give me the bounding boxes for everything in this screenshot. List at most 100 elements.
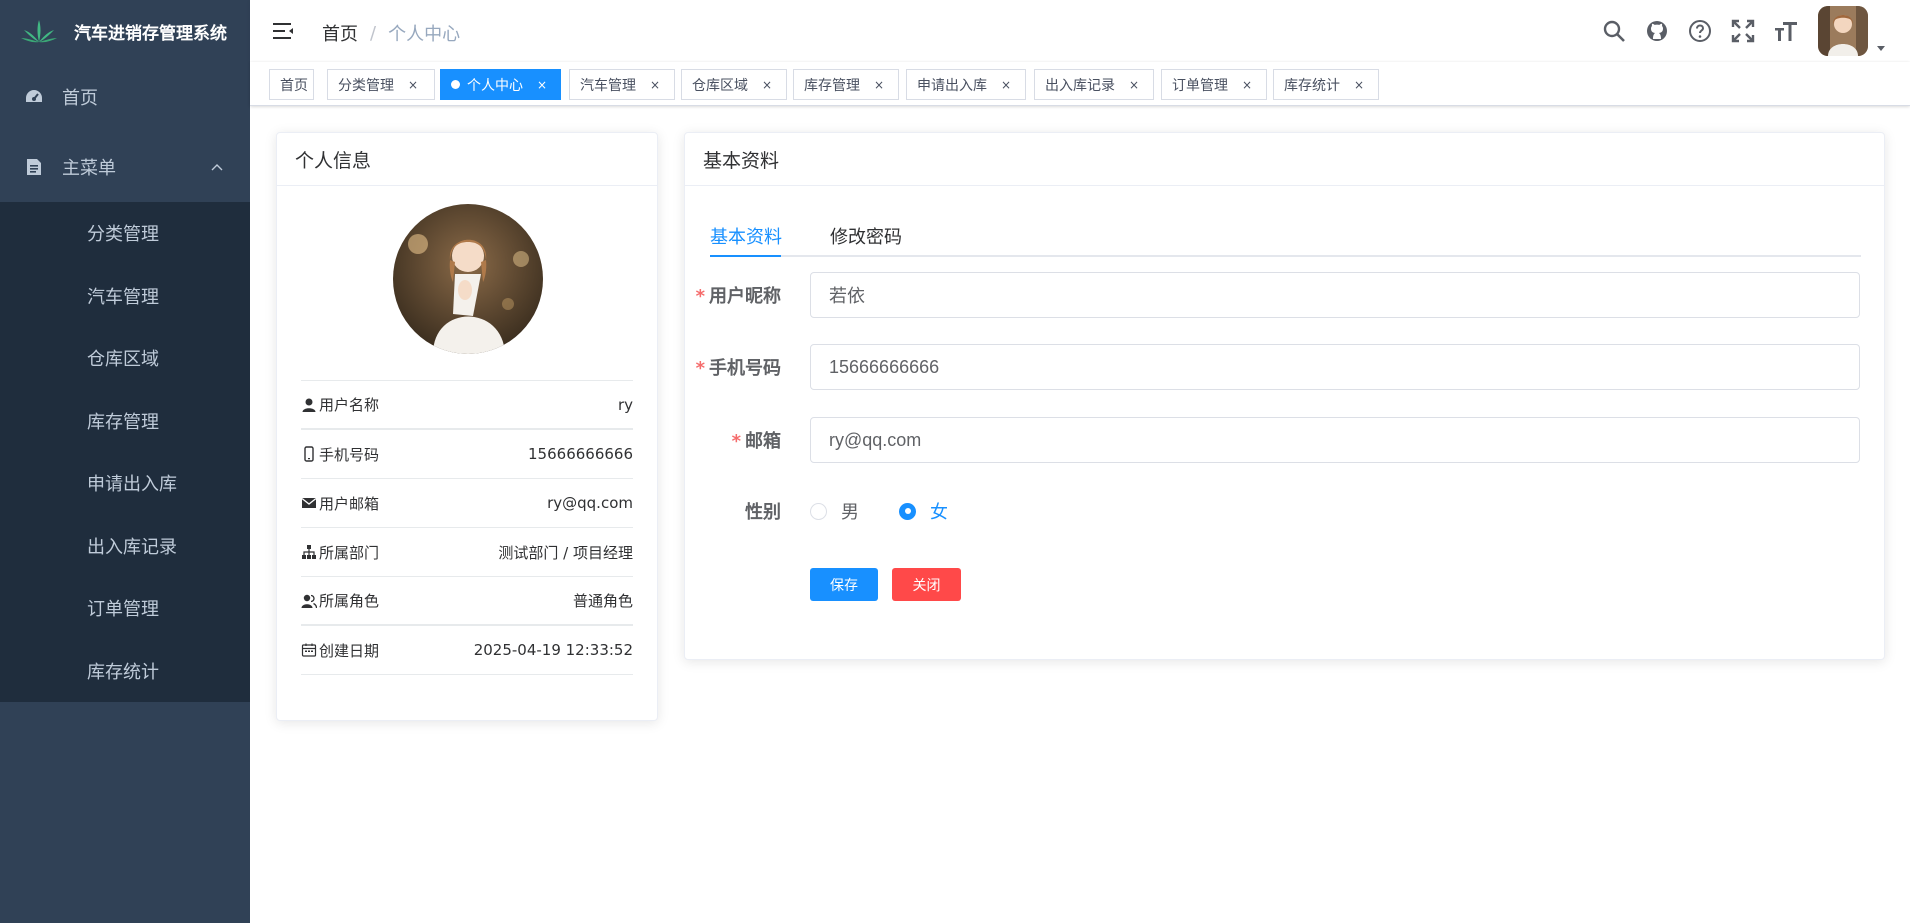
hamburger-icon[interactable] xyxy=(272,20,294,42)
tag-close-icon[interactable]: × xyxy=(537,78,547,92)
tag-close-icon[interactable]: × xyxy=(1129,78,1139,92)
tags-view: 首页 分类管理 × 个人中心 × 汽车管理 × 仓库区域 × 库存管理 × 申请… xyxy=(250,62,1910,106)
sidebar-item-label: 出入库记录 xyxy=(87,536,177,558)
fullscreen-icon[interactable] xyxy=(1730,18,1756,44)
tag-close-icon[interactable]: × xyxy=(762,78,772,92)
tag-label: 出入库记录 xyxy=(1045,77,1115,94)
peoples-icon xyxy=(301,594,317,608)
form-row-sex: 性别 男 女 xyxy=(685,488,1886,534)
submenu-list: 分类管理 汽车管理 仓库区域 库存管理 申请出入库 出入库记录 订单管理 库存统… xyxy=(0,202,250,702)
question-icon[interactable] xyxy=(1687,18,1713,44)
right-menu xyxy=(1601,0,1910,62)
close-button[interactable]: 关闭 xyxy=(892,568,961,601)
sidebar-item-label: 库存统计 xyxy=(87,661,159,683)
required-mark: * xyxy=(731,431,741,452)
tag-category[interactable]: 分类管理 × xyxy=(327,69,435,100)
radio-circle xyxy=(810,502,827,520)
sidebar-item-home[interactable]: 首页 xyxy=(0,62,250,132)
info-label: 用户名称 xyxy=(319,396,380,414)
profile-card: 个人信息 用户名称 ry 手机号码 15666666666 用户邮箱 ry@qq… xyxy=(276,132,658,721)
sidebar-item-stock-stats[interactable]: 库存统计 xyxy=(0,640,250,703)
required-mark: * xyxy=(695,358,705,379)
profile-card-title: 个人信息 xyxy=(277,133,657,186)
tag-stock-stats[interactable]: 库存统计 × xyxy=(1273,69,1379,100)
dashboard-icon xyxy=(24,87,44,107)
save-button[interactable]: 保存 xyxy=(810,568,878,601)
tag-label: 分类管理 xyxy=(338,77,394,94)
sidebar-item-label: 汽车管理 xyxy=(87,286,159,308)
sidebar-item-inventory[interactable]: 库存管理 xyxy=(0,390,250,453)
basic-info-card: 基本资料 基本资料 修改密码 * 用户昵称 若依 * 手机号码 1566666666… xyxy=(684,132,1885,660)
info-value: ry@qq.com xyxy=(547,494,633,512)
tag-close-icon[interactable]: × xyxy=(1354,78,1364,92)
user-icon xyxy=(302,398,316,412)
tag-home[interactable]: 首页 xyxy=(269,69,314,100)
sidebar-submenu-label: 主菜单 xyxy=(62,158,116,179)
sidebar-item-orders[interactable]: 订单管理 xyxy=(0,577,250,640)
sidebar-submenu-main[interactable]: 主菜单 xyxy=(0,132,250,202)
tag-close-icon[interactable]: × xyxy=(1001,78,1011,92)
tag-close-icon[interactable]: × xyxy=(408,78,418,92)
sidebar-item-stock-records[interactable]: 出入库记录 xyxy=(0,515,250,578)
nickname-input[interactable]: 若依 xyxy=(810,272,1860,318)
user-avatar-dropdown[interactable] xyxy=(1818,6,1886,56)
tag-label: 订单管理 xyxy=(1172,77,1228,94)
profile-avatar[interactable] xyxy=(393,204,543,354)
breadcrumb-current: 个人中心 xyxy=(388,24,461,45)
sidebar-item-car[interactable]: 汽车管理 xyxy=(0,265,250,328)
sidebar-item-apply-stock[interactable]: 申请出入库 xyxy=(0,452,250,515)
font-size-icon[interactable] xyxy=(1773,18,1799,44)
navbar: 首页 / 个人中心 xyxy=(250,0,1910,62)
email-input[interactable]: ry@qq.com xyxy=(810,417,1860,463)
tag-profile[interactable]: 个人中心 × xyxy=(440,69,561,100)
sidebar-item-warehouse[interactable]: 仓库区域 xyxy=(0,327,250,390)
info-value: 15666666666 xyxy=(528,445,633,463)
phone-icon xyxy=(304,446,314,462)
sidebar-item-category[interactable]: 分类管理 xyxy=(0,202,250,265)
list-item: 用户名称 ry xyxy=(301,381,633,430)
breadcrumb-home[interactable]: 首页 xyxy=(322,20,358,46)
info-label: 创建日期 xyxy=(319,641,380,660)
tag-label: 首页 xyxy=(280,77,308,94)
tag-apply-stock[interactable]: 申请出入库 × xyxy=(906,69,1026,100)
tag-inventory[interactable]: 库存管理 × xyxy=(793,69,899,100)
tag-close-icon[interactable]: × xyxy=(874,78,884,92)
radio-male[interactable]: 男 xyxy=(810,498,859,524)
info-label: 所属部门 xyxy=(319,543,380,562)
tag-close-icon[interactable]: × xyxy=(1242,78,1252,92)
info-label: 所属角色 xyxy=(319,592,380,610)
tag-orders[interactable]: 订单管理 × xyxy=(1161,69,1267,100)
github-icon[interactable] xyxy=(1644,18,1670,44)
caret-down-icon xyxy=(1877,46,1885,51)
radio-label: 女 xyxy=(930,502,948,523)
radio-female[interactable]: 女 xyxy=(899,498,948,524)
tab-label: 基本资料 xyxy=(710,227,782,248)
email-label: 邮箱 xyxy=(745,431,781,452)
date-icon xyxy=(301,643,317,657)
profile-info-list: 用户名称 ry 手机号码 15666666666 用户邮箱 ry@qq.com … xyxy=(301,380,633,675)
sidebar-item-label: 仓库区域 xyxy=(87,349,159,371)
nickname-label: 用户昵称 xyxy=(709,286,781,307)
radio-circle xyxy=(899,502,916,520)
list-item: 手机号码 15666666666 xyxy=(301,430,633,479)
tag-label: 库存统计 xyxy=(1284,77,1340,94)
form-row-nickname: * 用户昵称 若依 xyxy=(685,272,1886,318)
tag-close-icon[interactable]: × xyxy=(650,78,660,92)
sidebar: 汽车进销存管理系统 首页 主菜单 分类管理 汽车管理 仓库区域 库存管理 申请出… xyxy=(0,0,250,923)
tab-label: 修改密码 xyxy=(830,227,902,248)
sex-radio-group: 男 女 xyxy=(810,498,988,524)
tab-basic-info[interactable]: 基本资料 xyxy=(710,215,782,257)
logo[interactable]: 汽车进销存管理系统 xyxy=(0,0,250,62)
list-item: 用户邮箱 ry@qq.com xyxy=(301,479,633,528)
sidebar-item-label: 申请出入库 xyxy=(87,474,177,496)
tag-car[interactable]: 汽车管理 × xyxy=(569,69,675,100)
tag-warehouse[interactable]: 仓库区域 × xyxy=(681,69,787,100)
tag-label: 仓库区域 xyxy=(692,77,748,94)
sidebar-item-label: 订单管理 xyxy=(87,599,159,621)
tag-stock-records[interactable]: 出入库记录 × xyxy=(1034,69,1154,100)
search-icon[interactable] xyxy=(1601,18,1627,44)
tag-label: 库存管理 xyxy=(804,77,860,94)
phone-input[interactable]: 15666666666 xyxy=(810,344,1860,390)
breadcrumb-separator: / xyxy=(370,22,377,44)
tab-change-password[interactable]: 修改密码 xyxy=(830,215,902,257)
